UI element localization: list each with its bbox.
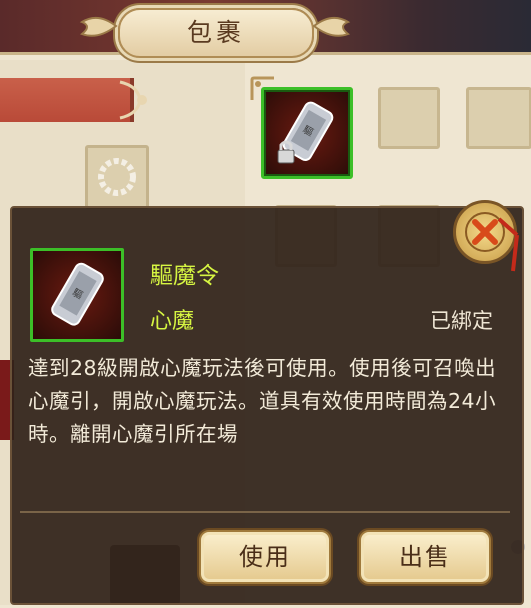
- bracelet-icon: [98, 158, 136, 196]
- tooltip-divider: [20, 511, 510, 513]
- equip-slot[interactable]: [85, 145, 149, 209]
- title-ornament-right-icon: [312, 16, 351, 37]
- tooltip-item-icon: 驅: [30, 248, 124, 342]
- use-button[interactable]: 使用: [199, 530, 331, 584]
- item-description: 達到28級開啟心魔玩法後可使用。使用後可召喚出心魔引，開啟心魔玩法。道具有效使用…: [28, 356, 497, 446]
- tab-ornament-icon: [119, 80, 147, 120]
- demon-token-icon: 驅: [277, 101, 334, 164]
- bound-status: 已綁定: [430, 309, 493, 333]
- item-name: 驅魔令: [150, 263, 219, 289]
- title-ornament-left-icon: [79, 16, 118, 37]
- inventory-slot[interactable]: [466, 87, 531, 149]
- sell-button[interactable]: 出售: [359, 530, 491, 584]
- inventory-slot-selected[interactable]: 驅: [261, 87, 353, 179]
- demon-token-icon: 驅: [51, 262, 104, 326]
- window-title: 包裹: [186, 18, 245, 47]
- tassel-ornament-icon: [497, 217, 519, 272]
- window-title-plate: 包裹: [118, 8, 314, 58]
- category-tab[interactable]: [0, 78, 134, 122]
- inventory-slot[interactable]: [378, 87, 440, 149]
- item-type: 心魔: [150, 309, 195, 334]
